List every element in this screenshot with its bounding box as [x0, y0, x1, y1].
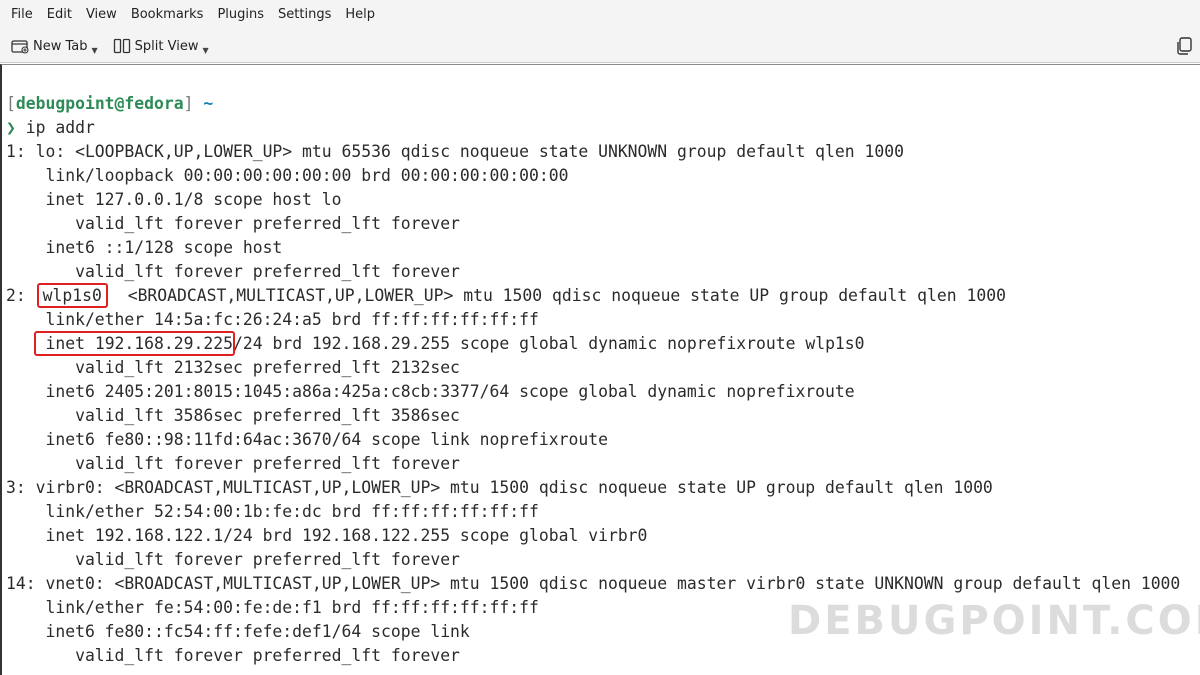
- output-line: valid_lft 3586sec preferred_lft 3586sec: [6, 406, 460, 425]
- output-line: 3: virbr0: <BROADCAST,MULTICAST,UP,LOWER…: [6, 478, 993, 497]
- menu-bar: File Edit View Bookmarks Plugins Setting…: [0, 0, 1200, 30]
- inet-details: /24 brd 192.168.29.255 scope global dyna…: [232, 334, 865, 353]
- menu-help[interactable]: Help: [338, 0, 382, 30]
- split-view-button[interactable]: Split View ▼: [110, 34, 211, 58]
- split-view-icon: [112, 38, 132, 54]
- split-view-dropdown-icon[interactable]: ▼: [202, 46, 208, 55]
- menu-bookmarks[interactable]: Bookmarks: [124, 0, 211, 30]
- menu-settings[interactable]: Settings: [271, 0, 338, 30]
- output-line: inet 192.168.122.1/24 brd 192.168.122.25…: [6, 526, 648, 545]
- highlighted-ip-address: inet 192.168.29.225: [34, 331, 235, 356]
- output-line-inet: inet 192.168.29.225/24 brd 192.168.29.25…: [6, 331, 1200, 356]
- output-line: link/ether 52:54:00:1b:fe:dc brd ff:ff:f…: [6, 502, 539, 521]
- new-tab-button[interactable]: New Tab ▼: [8, 34, 100, 58]
- output-line: 14: vnet0: <BROADCAST,MULTICAST,UP,LOWER…: [6, 574, 1181, 593]
- output-line: valid_lft forever preferred_lft forever: [6, 262, 460, 281]
- output-line: inet6 fe80::98:11fd:64ac:3670/64 scope l…: [6, 430, 608, 449]
- new-tab-dropdown-icon[interactable]: ▼: [92, 46, 98, 55]
- output-line: valid_lft forever preferred_lft forever: [6, 646, 460, 665]
- iface-flags: <BROADCAST,MULTICAST,UP,LOWER_UP> mtu 15…: [117, 286, 1006, 305]
- prompt-user-host: debugpoint@fedora: [15, 94, 184, 113]
- output-line: valid_lft forever preferred_lft forever: [6, 454, 460, 473]
- prompt-arrow-icon: ❯: [6, 118, 16, 137]
- output-line: valid_lft 2132sec preferred_lft 2132sec: [6, 358, 460, 377]
- output-line: inet 127.0.0.1/8 scope host lo: [6, 190, 342, 209]
- output-line: link/loopback 00:00:00:00:00:00 brd 00:0…: [6, 166, 569, 185]
- highlighted-interface-name: wlp1s0: [36, 283, 108, 308]
- prompt-dir: ~: [203, 94, 214, 113]
- output-line: valid_lft forever preferred_lft forever: [6, 550, 460, 569]
- site-watermark: DEBUGPOINT.COM: [788, 598, 1200, 644]
- output-line: inet6 ::1/128 scope host: [6, 238, 283, 257]
- prompt-bracket-open: [: [6, 94, 16, 113]
- menu-edit[interactable]: Edit: [40, 0, 79, 30]
- command-line: ❯ ip addr: [6, 116, 1200, 140]
- toolbar: New Tab ▼ Split View ▼: [0, 30, 1200, 63]
- new-tab-icon: [10, 38, 30, 54]
- prompt-line: [debugpoint@fedora] ~: [6, 92, 1200, 116]
- prompt-bracket-close: ]: [183, 94, 194, 113]
- menu-plugins[interactable]: Plugins: [210, 0, 271, 30]
- output-line: inet6 2405:201:8015:1045:a86a:425a:c8cb:…: [6, 382, 855, 401]
- split-view-label: Split View: [134, 38, 199, 54]
- menu-file[interactable]: File: [4, 0, 40, 30]
- new-tab-label: New Tab: [33, 38, 88, 54]
- output-line-wlp1s0: 2: wlp1s0 <BROADCAST,MULTICAST,UP,LOWER_…: [6, 283, 1200, 308]
- copy-icon[interactable]: [1174, 36, 1194, 56]
- output-line: valid_lft forever preferred_lft forever: [6, 214, 460, 233]
- output-line: link/ether 14:5a:fc:26:24:a5 brd ff:ff:f…: [6, 310, 539, 329]
- menu-view[interactable]: View: [79, 0, 124, 30]
- output-line: 1: lo: <LOOPBACK,UP,LOWER_UP> mtu 65536 …: [6, 142, 904, 161]
- iface-index: 2:: [6, 286, 36, 305]
- command-text: ip addr: [15, 118, 95, 137]
- terminal-output[interactable]: [debugpoint@fedora] ~ ❯ ip addr 1: lo: <…: [0, 64, 1200, 675]
